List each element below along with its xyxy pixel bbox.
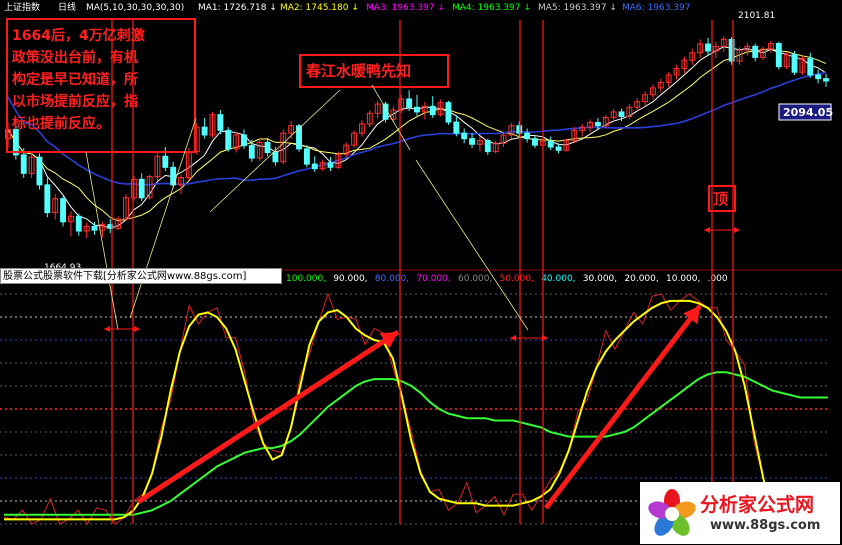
annotation-left-line: 1664后，4万亿刺激 (12, 27, 145, 44)
logo-url: www.88gs.com (710, 518, 821, 533)
candle-body-down (705, 43, 711, 52)
candle-body-down (453, 121, 460, 134)
candle-body-down (60, 198, 66, 223)
candle-body-down (311, 163, 318, 170)
candle-body-down (484, 140, 491, 153)
high-point-label: 2101.81 (738, 11, 775, 21)
candle-body-down (303, 148, 310, 165)
candle-body-down (516, 125, 523, 134)
candle-body-down (248, 145, 255, 159)
indicator-level-label: 100.000, (286, 274, 326, 284)
ma-value-6: MA6: 1963.397 (622, 3, 690, 13)
candle-body-down (547, 140, 554, 148)
flower-center (665, 507, 679, 521)
candle-body-down (75, 215, 82, 232)
candle-body-down (524, 132, 531, 140)
price-tag: 2094.05 (783, 106, 833, 119)
candle (775, 41, 782, 70)
annotation-left-line: 以市场提前反应，指 (12, 93, 138, 110)
candle (303, 145, 310, 168)
period-label: 日线 (58, 1, 76, 13)
candle-body-down (823, 78, 829, 82)
candle-body-down (225, 129, 232, 150)
candle-body-down (618, 111, 625, 118)
candle (60, 196, 66, 227)
logo-title: 分析家公式网 (700, 494, 815, 516)
top-label: 顶 (713, 190, 728, 208)
ma-value-2: MA2: 1745.180 ↓ (280, 3, 359, 13)
annotation-left-line: 标也提前反应。 (11, 115, 110, 132)
annotation-left-line: 构定是早已知道，所 (12, 71, 138, 88)
indicator-level-label: 10.000, (666, 274, 700, 284)
candle-body-down (138, 178, 145, 199)
indicator-level-label: 40.000, (541, 274, 575, 284)
annotation-mid-text: 春江水暖鸭先知 (306, 62, 411, 80)
candle-body-down (594, 122, 601, 127)
candle (225, 127, 232, 152)
candle-body-down (807, 57, 814, 76)
candle-body-down (752, 45, 759, 58)
indicator-level-label: 80.000, (375, 274, 409, 284)
ma-values: MA1: 1726.718 ↓ MA2: 1745.180 ↓ MA3: 1963.… (198, 3, 690, 13)
candle-body-down (201, 126, 208, 136)
candle-body-down (296, 125, 302, 150)
watermark-banner: 股票公式股票软件下载[分析家公式网www.88gs.com] (0, 268, 282, 284)
ma-value-1: MA1: 1726.718 ↓ (198, 3, 277, 13)
candle-body-down (217, 114, 224, 131)
annotation-left-line: 政策没出台前，有机 (12, 49, 138, 66)
candle-body-down (36, 156, 43, 186)
candle-body-down (272, 152, 279, 163)
candle (791, 50, 798, 75)
candle-body-down (469, 138, 475, 145)
candle (445, 100, 452, 125)
candle-body-down (791, 54, 798, 73)
candle-body-down (264, 141, 271, 154)
candle-body-down (815, 74, 822, 80)
candle-body-down (162, 155, 169, 168)
indicator-level-label: 60.000, (458, 274, 492, 284)
candle-body-down (241, 134, 247, 147)
site-logo: 分析家公式网 www.88gs.com (640, 482, 840, 544)
ma-value-5: MA5: 1963.397 ↓ (538, 3, 617, 13)
indicator-level-label: 20.000, (624, 274, 658, 284)
candle-body-down (406, 98, 413, 108)
chart-header: 上证指数 日线 MA(5,10,30,30,30,30) MA1: 1726.7… (4, 1, 690, 13)
indicator-level-label: 50.000, (500, 274, 534, 284)
candle-body-down (327, 162, 334, 168)
ma-params: MA(5,10,30,30,30,30) (86, 3, 184, 13)
candle-body-down (429, 105, 436, 116)
ma-value-4: MA4: 1963.397 ↓ (452, 3, 531, 13)
candle-body-down (20, 154, 27, 174)
candle (36, 153, 43, 190)
indicator-level-label: 70.000, (416, 274, 450, 284)
indicator-level-label: 30.000, (583, 274, 617, 284)
candle-body-down (445, 102, 452, 123)
candle-body-down (414, 106, 420, 113)
ma-value-3: MA3: 1963.397 ↓ (366, 3, 445, 13)
indicator-level-label: .000 (708, 274, 728, 284)
candle-body-down (532, 138, 538, 146)
candle-body-down (44, 184, 51, 214)
indicator-level-label: 90.000, (333, 274, 367, 284)
candle-body-down (775, 43, 782, 68)
index-name: 上证指数 (4, 1, 40, 13)
flower-logo-icon (648, 489, 696, 536)
candle-body-down (461, 132, 468, 140)
candle-body-down (91, 225, 98, 231)
candle-body-down (555, 146, 562, 151)
